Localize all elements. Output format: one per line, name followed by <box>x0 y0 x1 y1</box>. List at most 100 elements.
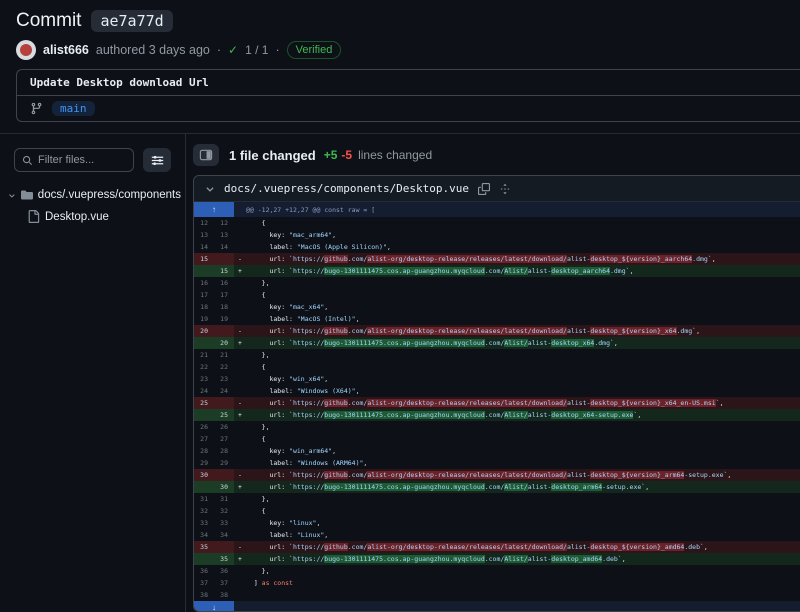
chevron-down-icon <box>8 191 16 200</box>
new-line-number[interactable]: 16 <box>214 277 234 289</box>
hunk-header-row: ↑ @@ -12,27 +12,27 @@ const raw = [ <box>194 202 800 217</box>
commit-header: Commit ae7a77d alist666 authored 3 days … <box>0 0 800 133</box>
new-line-number[interactable] <box>214 253 234 265</box>
copy-path-button[interactable] <box>478 183 490 195</box>
tree-file-row[interactable]: Desktop.vue <box>0 206 185 227</box>
old-line-number[interactable]: 13 <box>194 229 214 241</box>
new-line-number[interactable]: 24 <box>214 385 234 397</box>
new-line-number[interactable]: 37 <box>214 577 234 589</box>
old-line-number[interactable]: 24 <box>194 385 214 397</box>
old-line-number[interactable]: 27 <box>194 433 214 445</box>
old-line-number[interactable] <box>194 337 214 349</box>
diff-row: 2626 }, <box>194 421 800 433</box>
new-line-number[interactable]: 14 <box>214 241 234 253</box>
new-line-number[interactable]: 35 <box>214 553 234 565</box>
new-line-number[interactable]: 19 <box>214 313 234 325</box>
old-line-number[interactable]: 32 <box>194 505 214 517</box>
old-line-number[interactable]: 26 <box>194 421 214 433</box>
chevron-down-icon <box>205 184 215 194</box>
new-line-number[interactable]: 36 <box>214 565 234 577</box>
author-link[interactable]: alist666 <box>43 43 89 57</box>
new-line-number[interactable]: 31 <box>214 493 234 505</box>
filter-files-input[interactable] <box>38 154 126 166</box>
tree-folder-row[interactable]: docs/.vuepress/components <box>0 184 185 206</box>
expand-up-button[interactable]: ↑ <box>194 202 234 217</box>
old-line-number[interactable]: 19 <box>194 313 214 325</box>
meta-separator: · <box>275 43 279 57</box>
diff-marker <box>234 577 246 589</box>
diff-row: 3838 <box>194 589 800 601</box>
old-line-number[interactable]: 23 <box>194 373 214 385</box>
old-line-number[interactable] <box>194 553 214 565</box>
old-line-number[interactable]: 29 <box>194 457 214 469</box>
tree-folder-label: docs/.vuepress/components <box>38 189 181 201</box>
checks-count[interactable]: 1 / 1 <box>245 43 268 57</box>
new-line-number[interactable]: 25 <box>214 409 234 421</box>
old-line-number[interactable]: 17 <box>194 289 214 301</box>
old-line-number[interactable]: 15 <box>194 253 214 265</box>
new-line-number[interactable]: 23 <box>214 373 234 385</box>
old-line-number[interactable]: 33 <box>194 517 214 529</box>
diff-row: 1717 { <box>194 289 800 301</box>
old-line-number[interactable] <box>194 481 214 493</box>
old-line-number[interactable] <box>194 409 214 421</box>
old-line-number[interactable]: 22 <box>194 361 214 373</box>
new-line-number[interactable]: 29 <box>214 457 234 469</box>
new-line-number[interactable]: 22 <box>214 361 234 373</box>
old-line-number[interactable]: 35 <box>194 541 214 553</box>
new-line-number[interactable]: 38 <box>214 589 234 601</box>
new-line-number[interactable]: 27 <box>214 433 234 445</box>
authored-text: authored 3 days ago <box>96 43 210 57</box>
new-line-number[interactable] <box>214 469 234 481</box>
diff-row: 2727 { <box>194 433 800 445</box>
new-line-number[interactable]: 12 <box>214 217 234 229</box>
new-line-number[interactable]: 26 <box>214 421 234 433</box>
old-line-number[interactable] <box>194 265 214 277</box>
code-line: url: `https://bugo-1301111475.cos.ap-gua… <box>246 481 800 493</box>
new-line-number[interactable] <box>214 541 234 553</box>
old-line-number[interactable]: 12 <box>194 217 214 229</box>
new-line-number[interactable]: 21 <box>214 349 234 361</box>
old-line-number[interactable]: 37 <box>194 577 214 589</box>
expand-all-button[interactable] <box>499 183 511 195</box>
old-line-number[interactable]: 14 <box>194 241 214 253</box>
arrow-down-icon: ↓ <box>212 604 216 612</box>
diff-row: 3131 }, <box>194 493 800 505</box>
branch-link[interactable]: main <box>52 101 95 116</box>
diff-row: 1212 { <box>194 217 800 229</box>
new-line-number[interactable] <box>214 325 234 337</box>
new-line-number[interactable]: 32 <box>214 505 234 517</box>
diff-row: 2424 label: "Windows (X64)", <box>194 385 800 397</box>
tree-options-button[interactable] <box>143 148 171 172</box>
new-line-number[interactable]: 34 <box>214 529 234 541</box>
diff-row: 2929 label: "Windows (ARM64)", <box>194 457 800 469</box>
new-line-number[interactable]: 17 <box>214 289 234 301</box>
diff-marker: - <box>234 541 246 553</box>
new-line-number[interactable]: 33 <box>214 517 234 529</box>
new-line-number[interactable]: 15 <box>214 265 234 277</box>
new-line-number[interactable]: 13 <box>214 229 234 241</box>
old-line-number[interactable]: 25 <box>194 397 214 409</box>
old-line-number[interactable]: 31 <box>194 493 214 505</box>
sidebar-toggle-button[interactable] <box>193 144 219 166</box>
new-line-number[interactable] <box>214 397 234 409</box>
new-line-number[interactable]: 30 <box>214 481 234 493</box>
old-line-number[interactable]: 38 <box>194 589 214 601</box>
old-line-number[interactable]: 28 <box>194 445 214 457</box>
verified-badge[interactable]: Verified <box>287 41 342 59</box>
old-line-number[interactable]: 21 <box>194 349 214 361</box>
old-line-number[interactable]: 36 <box>194 565 214 577</box>
new-line-number[interactable]: 18 <box>214 301 234 313</box>
expand-down-button[interactable]: ↓ <box>194 601 234 612</box>
new-line-number[interactable]: 20 <box>214 337 234 349</box>
avatar[interactable] <box>16 40 36 60</box>
checks-passed-icon[interactable]: ✓ <box>228 43 238 57</box>
diff-marker <box>234 421 246 433</box>
collapse-file-button[interactable] <box>205 184 215 194</box>
old-line-number[interactable]: 20 <box>194 325 214 337</box>
new-line-number[interactable]: 28 <box>214 445 234 457</box>
old-line-number[interactable]: 16 <box>194 277 214 289</box>
old-line-number[interactable]: 30 <box>194 469 214 481</box>
old-line-number[interactable]: 18 <box>194 301 214 313</box>
old-line-number[interactable]: 34 <box>194 529 214 541</box>
